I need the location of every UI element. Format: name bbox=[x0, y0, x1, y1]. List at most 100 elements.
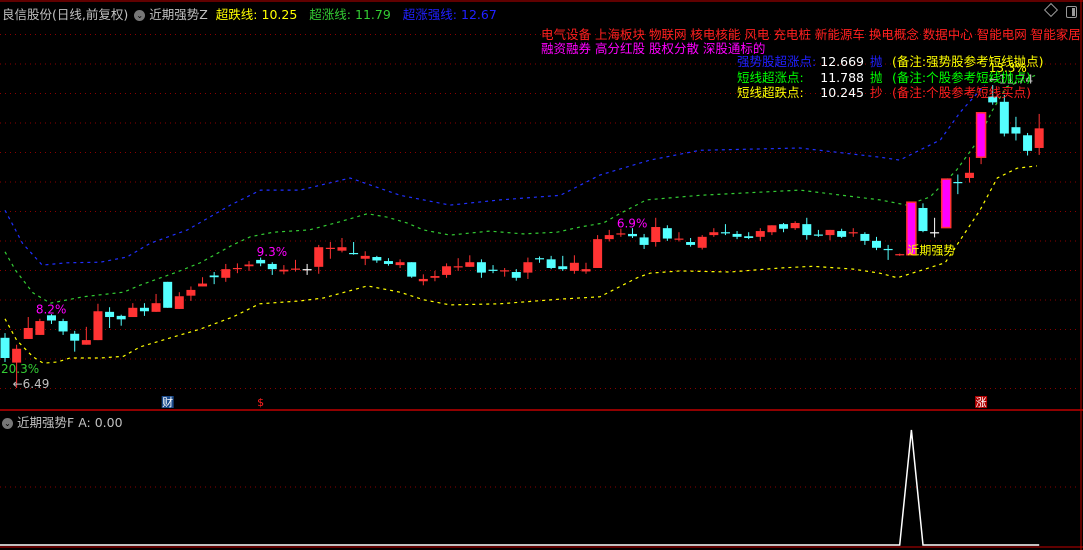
candle-body bbox=[744, 236, 754, 238]
candle bbox=[383, 258, 393, 266]
candle-body bbox=[581, 269, 591, 272]
candle bbox=[848, 228, 858, 237]
candle bbox=[360, 251, 370, 266]
candle bbox=[476, 259, 486, 278]
candle bbox=[407, 262, 417, 278]
indicator-menu-chevron-icon[interactable]: ⌄ bbox=[134, 10, 146, 21]
event-marker: 财 bbox=[162, 395, 173, 409]
value: 12.67 bbox=[461, 7, 497, 22]
label: 超跌线: bbox=[215, 7, 258, 22]
candle-body bbox=[732, 233, 742, 237]
candle bbox=[232, 263, 242, 274]
candle bbox=[1034, 113, 1044, 155]
info-value: 10.245 bbox=[820, 85, 864, 100]
info-label: 短线超跌点: bbox=[737, 85, 804, 100]
candle-body bbox=[267, 263, 277, 270]
candle bbox=[442, 263, 452, 278]
candle-body bbox=[500, 270, 510, 272]
candle bbox=[314, 244, 324, 274]
candle-body bbox=[860, 233, 870, 241]
candle-body bbox=[569, 262, 579, 271]
candle-body bbox=[511, 272, 521, 278]
candle bbox=[453, 258, 463, 271]
window-controls bbox=[1043, 2, 1077, 18]
lower-indicator-name[interactable]: 近期强势F bbox=[17, 415, 74, 430]
chart-annotation: 6.9% bbox=[617, 217, 648, 231]
candle bbox=[116, 314, 126, 326]
candle-body bbox=[58, 321, 68, 332]
candle bbox=[291, 259, 300, 272]
candle bbox=[964, 157, 974, 183]
candle-body bbox=[209, 275, 219, 278]
candle-body bbox=[198, 283, 208, 287]
candle-body bbox=[81, 340, 91, 345]
candle-body bbox=[697, 236, 707, 248]
candle bbox=[732, 231, 742, 240]
candle-body bbox=[407, 262, 417, 277]
candle bbox=[674, 232, 684, 242]
candle-body bbox=[93, 311, 103, 341]
lower-indicator-chevron-icon[interactable]: ⌄ bbox=[2, 418, 13, 429]
candle-body bbox=[23, 327, 33, 339]
candle bbox=[755, 228, 765, 241]
candle-body bbox=[221, 269, 231, 278]
candle-body bbox=[418, 278, 428, 282]
diamond-icon[interactable] bbox=[1043, 2, 1059, 18]
candle bbox=[23, 317, 33, 339]
candle-body bbox=[139, 307, 149, 312]
candle bbox=[883, 244, 893, 260]
candle bbox=[767, 225, 777, 236]
candle bbox=[244, 261, 254, 271]
candle-body bbox=[372, 257, 382, 261]
candle-body bbox=[779, 224, 789, 229]
candle bbox=[813, 229, 823, 237]
chart-header: 良信股份(日线,前复权) ⌄ 近期强势Z 超跌线: 10.25 超涨线: 11.79 超… bbox=[2, 4, 505, 23]
candle-body bbox=[302, 269, 312, 271]
candle bbox=[953, 174, 963, 195]
candle-body bbox=[488, 269, 498, 271]
line-oversold: 超跌线: 10.25 bbox=[216, 7, 302, 22]
value: 10.25 bbox=[261, 7, 298, 22]
candle-body bbox=[35, 321, 45, 335]
event-marker: $ bbox=[257, 396, 264, 409]
candle bbox=[930, 217, 940, 238]
candle-body bbox=[244, 264, 254, 267]
candle-body bbox=[975, 112, 987, 158]
candle-body bbox=[430, 276, 440, 278]
candle-body bbox=[337, 247, 347, 251]
panel-toggle-icon[interactable] bbox=[1066, 5, 1077, 18]
candle-body bbox=[105, 311, 115, 318]
candle-body bbox=[163, 281, 173, 308]
candle-body bbox=[546, 259, 556, 268]
candle bbox=[999, 94, 1009, 137]
candle-body bbox=[256, 259, 266, 264]
indicator-name[interactable]: 近期强势Z bbox=[149, 7, 208, 22]
candle-body bbox=[383, 261, 393, 264]
candle bbox=[1011, 116, 1021, 141]
chart-annotation: ←6.49 bbox=[13, 377, 50, 391]
chart-annotation: 20.3% bbox=[1, 362, 39, 376]
candle bbox=[604, 229, 614, 242]
candle bbox=[93, 303, 103, 341]
label: 超涨强线: bbox=[402, 7, 458, 22]
candle-body bbox=[174, 296, 184, 309]
candle-body bbox=[395, 262, 405, 266]
band-line bbox=[4, 74, 1038, 304]
candle bbox=[662, 225, 672, 241]
candle bbox=[58, 318, 68, 335]
candle bbox=[151, 293, 161, 312]
candle bbox=[709, 228, 719, 237]
candle-body bbox=[291, 268, 300, 270]
candle-body bbox=[616, 233, 626, 235]
candle bbox=[511, 269, 521, 281]
candle-body bbox=[1011, 127, 1021, 134]
candle-body bbox=[232, 267, 242, 270]
candle bbox=[686, 237, 696, 247]
band-line bbox=[4, 165, 1037, 364]
candle bbox=[337, 237, 347, 253]
chart-annotation: 近期强势 bbox=[907, 244, 955, 258]
candle-body bbox=[813, 234, 823, 236]
candle-body bbox=[790, 222, 800, 229]
candle-body bbox=[883, 248, 893, 251]
candle-body bbox=[476, 262, 486, 273]
